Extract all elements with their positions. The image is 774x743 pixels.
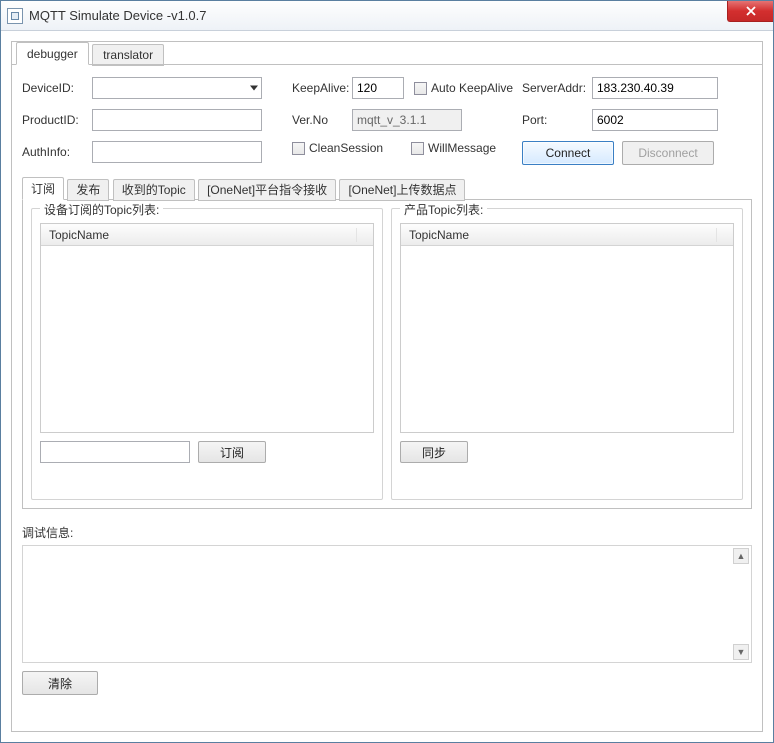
- device-topics-title: 设备订阅的Topic列表:: [40, 201, 163, 218]
- titlebar[interactable]: MQTT Simulate Device -v1.0.7: [1, 1, 773, 31]
- verno-input: [352, 109, 462, 131]
- label-willmessage: WillMessage: [428, 141, 496, 155]
- tab-onenet-cmd[interactable]: [OneNet]平台指令接收: [198, 179, 336, 201]
- label-serveraddr: ServerAddr:: [522, 81, 592, 95]
- inner-tab-strip: 订阅 发布 收到的Topic [OneNet]平台指令接收 [OneNet]上传…: [22, 176, 752, 200]
- deviceid-combo[interactable]: [92, 77, 262, 99]
- tab-translator[interactable]: translator: [92, 44, 164, 66]
- label-cleansession: CleanSession: [309, 141, 383, 155]
- inner-tabs-container: 订阅 发布 收到的Topic [OneNet]平台指令接收 [OneNet]上传…: [22, 176, 752, 518]
- disconnect-button[interactable]: Disconnect: [622, 141, 714, 165]
- cleansession-checkbox[interactable]: [292, 142, 305, 155]
- label-verno: Ver.No: [292, 113, 352, 127]
- keepalive-input[interactable]: [352, 77, 404, 99]
- product-topics-group: 产品Topic列表: TopicName 同步: [391, 208, 743, 500]
- scroll-down-icon[interactable]: ▼: [733, 644, 749, 660]
- label-keepalive: KeepAlive:: [292, 81, 352, 95]
- label-authinfo: AuthInfo:: [22, 145, 92, 159]
- outer-tab-body: DeviceID: ProductID: AuthInfo:: [12, 64, 762, 730]
- product-topics-title: 产品Topic列表:: [400, 201, 487, 218]
- close-button[interactable]: [727, 1, 773, 22]
- device-topics-header: TopicName: [41, 224, 373, 246]
- tab-received[interactable]: 收到的Topic: [113, 179, 195, 201]
- label-deviceid: DeviceID:: [22, 81, 92, 95]
- serveraddr-input[interactable]: [592, 77, 718, 99]
- port-input[interactable]: [592, 109, 718, 131]
- chevron-down-icon: [250, 86, 258, 91]
- tab-subscribe[interactable]: 订阅: [22, 177, 64, 200]
- connect-button[interactable]: Connect: [522, 141, 614, 165]
- content-area: debugger translator DeviceID:: [1, 31, 773, 742]
- window-title: MQTT Simulate Device -v1.0.7: [29, 8, 206, 23]
- device-topics-colheader[interactable]: TopicName: [41, 228, 357, 242]
- app-icon: [7, 8, 23, 24]
- outer-tab-container: debugger translator DeviceID:: [11, 41, 763, 732]
- device-topics-list[interactable]: TopicName: [40, 223, 374, 433]
- productid-input[interactable]: [92, 109, 262, 131]
- clear-button[interactable]: 清除: [22, 671, 98, 695]
- tab-publish[interactable]: 发布: [67, 179, 109, 201]
- product-topics-colheader[interactable]: TopicName: [401, 228, 717, 242]
- authinfo-input[interactable]: [92, 141, 262, 163]
- device-topics-group: 设备订阅的Topic列表: TopicName 订阅: [31, 208, 383, 500]
- product-topics-list[interactable]: TopicName: [400, 223, 734, 433]
- label-port: Port:: [522, 113, 592, 127]
- debug-textarea[interactable]: ▲ ▼: [22, 545, 752, 663]
- label-auto-keepalive: Auto KeepAlive: [431, 81, 513, 95]
- app-window: MQTT Simulate Device -v1.0.7 debugger tr…: [0, 0, 774, 743]
- tab-debugger[interactable]: debugger: [16, 42, 89, 65]
- debug-label: 调试信息:: [22, 524, 752, 541]
- connection-form: DeviceID: ProductID: AuthInfo:: [22, 77, 752, 165]
- inner-tab-body: 设备订阅的Topic列表: TopicName 订阅: [22, 199, 752, 509]
- auto-keepalive-checkbox[interactable]: [414, 82, 427, 95]
- tab-onenet-upload[interactable]: [OneNet]上传数据点: [339, 179, 465, 201]
- subscribe-topic-input[interactable]: [40, 441, 190, 463]
- willmessage-checkbox[interactable]: [411, 142, 424, 155]
- sync-button[interactable]: 同步: [400, 441, 468, 463]
- product-topics-header: TopicName: [401, 224, 733, 246]
- scroll-up-icon[interactable]: ▲: [733, 548, 749, 564]
- subscribe-button[interactable]: 订阅: [198, 441, 266, 463]
- label-productid: ProductID:: [22, 113, 92, 127]
- outer-tab-strip: debugger translator: [12, 41, 762, 65]
- close-icon: [746, 6, 756, 16]
